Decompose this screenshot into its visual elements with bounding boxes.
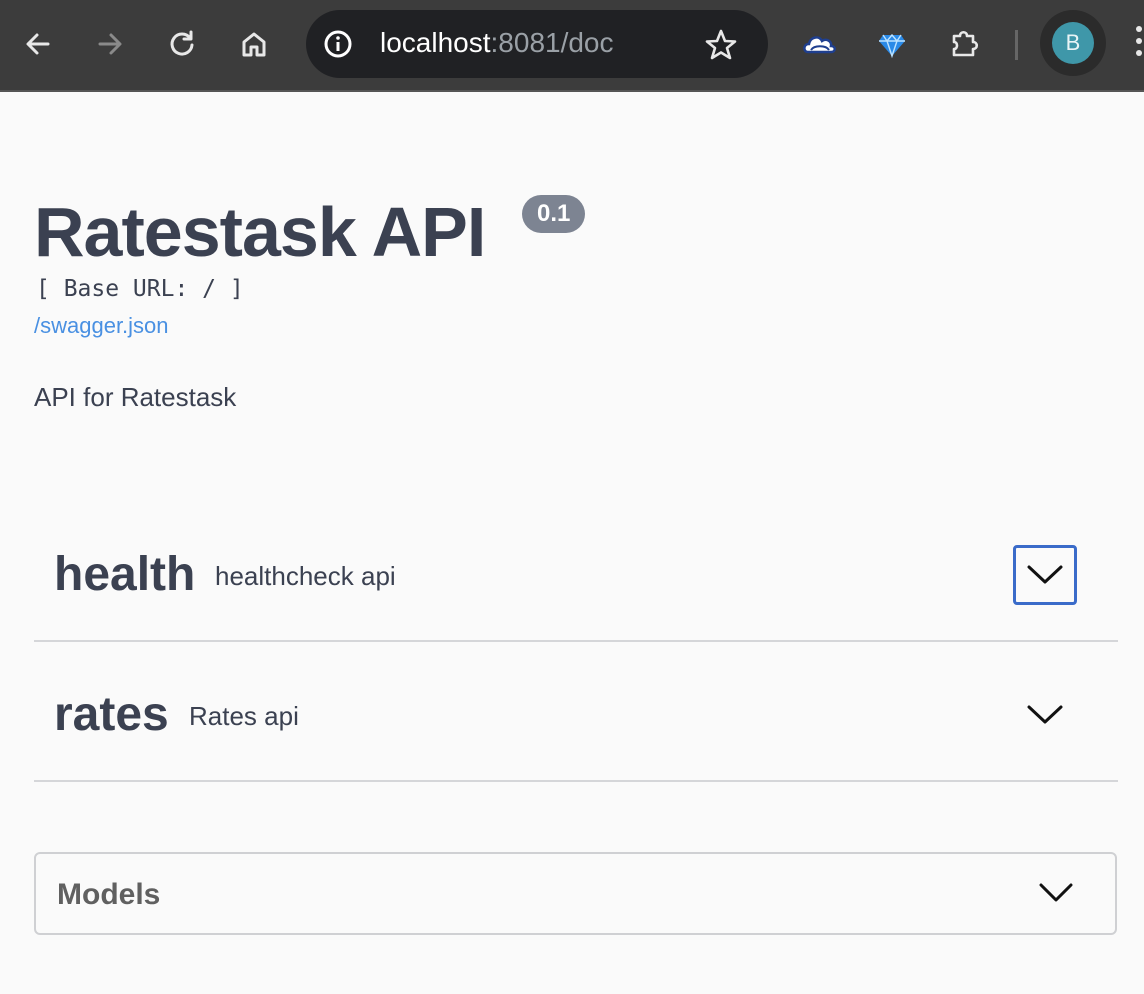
version-badge: 0.1 — [522, 195, 586, 233]
browser-menu-icon[interactable] — [1136, 26, 1144, 66]
back-arrow-icon — [26, 33, 50, 55]
url-host: localhost — [380, 27, 491, 58]
site-info-icon[interactable] — [322, 28, 354, 60]
extensions-puzzle-icon[interactable] — [944, 24, 984, 64]
swagger-page: Ratestask API 0.1 [ Base URL: / ] /swagg… — [0, 92, 1144, 994]
home-button[interactable] — [232, 22, 276, 66]
home-icon — [242, 32, 266, 57]
tag-description: Rates api — [189, 701, 299, 731]
expand-health-button[interactable] — [1013, 545, 1077, 605]
tag-name[interactable]: health — [54, 547, 195, 603]
diamond-extension-icon[interactable] — [872, 24, 912, 64]
tag-section-rates[interactable]: rates Rates api — [34, 642, 1118, 782]
models-section[interactable]: Models — [34, 852, 1117, 935]
url-text[interactable]: localhost:8081/doc — [380, 26, 614, 60]
reload-icon — [170, 30, 194, 56]
forward-arrow-icon — [98, 33, 122, 55]
chevron-down-icon — [1027, 705, 1063, 724]
url-path: :8081/doc — [490, 27, 614, 58]
models-title[interactable]: Models — [57, 878, 160, 912]
forward-button[interactable] — [88, 22, 132, 66]
reload-button[interactable] — [160, 22, 204, 66]
swagger-json-link[interactable]: /swagger.json — [34, 312, 169, 340]
bookmark-star-icon[interactable] — [704, 28, 738, 62]
back-button[interactable] — [16, 22, 60, 66]
base-url: [ Base URL: / ] — [36, 276, 244, 302]
cloud-extension-icon[interactable] — [800, 24, 840, 64]
address-bar[interactable]: localhost:8081/doc — [306, 10, 768, 78]
tag-description: healthcheck api — [215, 561, 396, 591]
expand-rates-button[interactable] — [1013, 685, 1077, 745]
api-title: Ratestask API — [34, 193, 486, 271]
toolbar-divider — [1015, 30, 1018, 60]
avatar: B — [1052, 22, 1094, 64]
chevron-down-icon — [1027, 565, 1063, 584]
profile-button[interactable]: B — [1040, 10, 1106, 76]
chevron-down-icon[interactable] — [1038, 880, 1074, 906]
browser-toolbar: localhost:8081/doc B — [0, 0, 1144, 92]
tag-section-health[interactable]: health healthcheck api — [34, 502, 1118, 642]
api-description: API for Ratestask — [34, 382, 237, 412]
tag-name[interactable]: rates — [54, 687, 169, 743]
